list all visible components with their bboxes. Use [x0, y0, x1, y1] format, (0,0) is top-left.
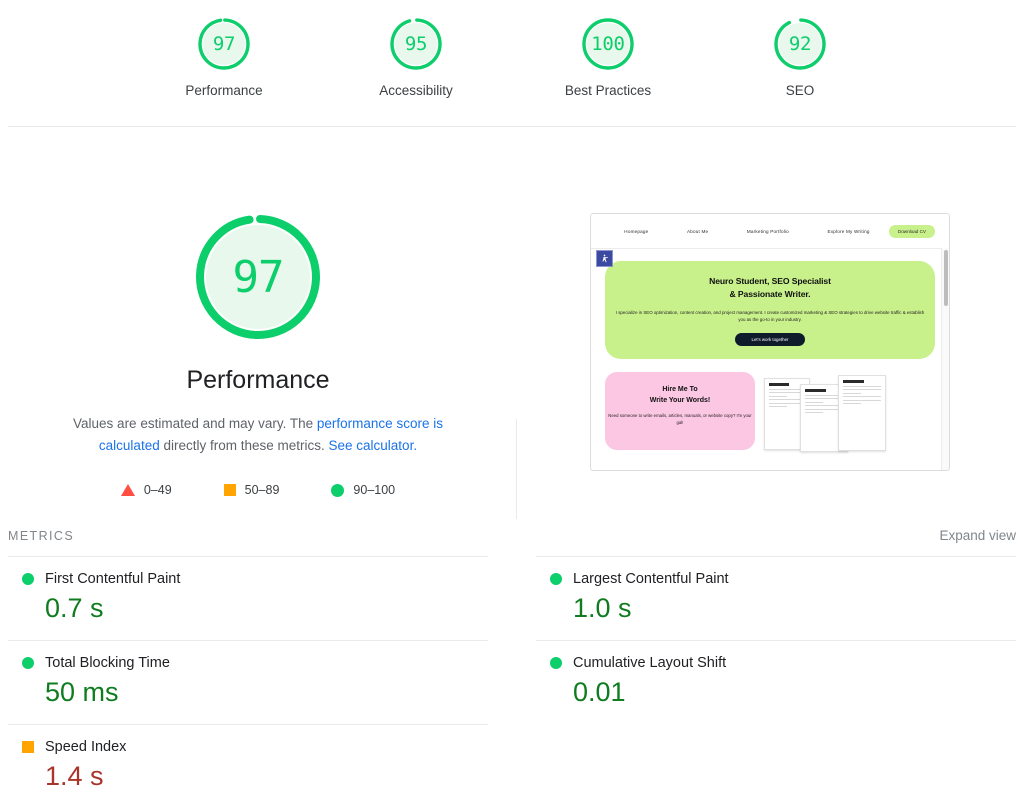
metric-name: Largest Contentful Paint — [573, 571, 729, 587]
legend-label-pass: 90–100 — [353, 483, 396, 497]
status-square-icon — [22, 741, 34, 753]
legend-item-pass: 90–100 — [331, 483, 395, 497]
metric-name: Total Blocking Time — [45, 655, 170, 671]
thumbnail-nav-homepage: Homepage — [624, 228, 649, 234]
see-calculator-link[interactable]: See calculator. — [329, 438, 418, 453]
gauge-performance-large: 97 — [194, 213, 322, 341]
thumbnail-card-title2: Write Your Words! — [649, 396, 711, 404]
metric-name: Cumulative Layout Shift — [573, 655, 727, 671]
score-label-accessibility: Accessibility — [379, 83, 453, 98]
metric-speed-index[interactable]: Speed Index 1.4 s — [8, 724, 488, 808]
thumbnail-hero-button: Let's work together — [735, 332, 805, 346]
gauge-accessibility: 95 — [388, 16, 444, 72]
score-summary-row: 97 Performance 95 Accessibility 100 Best… — [0, 0, 1024, 116]
metric-value: 0.01 — [573, 677, 626, 707]
gauge-performance-value: 97 — [212, 33, 236, 55]
gauge-seo-value: 92 — [788, 33, 812, 55]
score-item-performance[interactable]: 97 Performance — [159, 16, 289, 98]
thumbnail-scrollbar-thumb[interactable] — [944, 250, 948, 306]
page-screenshot-thumbnail[interactable]: Homepage About Me Marketing Portfolio Ex… — [590, 213, 950, 471]
metrics-grid: First Contentful Paint 0.7 s Largest Con… — [0, 556, 1024, 808]
score-item-seo[interactable]: 92 SEO — [735, 16, 865, 98]
thumbnail-hire-card: Hire Me To Write Your Words! Need someon… — [605, 371, 755, 450]
status-circle-icon — [22, 573, 34, 585]
status-circle-icon — [550, 573, 562, 585]
page-title: Performance — [186, 366, 330, 394]
metrics-section: METRICS Expand view First Contentful Pai… — [0, 528, 1024, 808]
metric-largest-contentful-paint[interactable]: Largest Contentful Paint 1.0 s — [536, 556, 1016, 640]
triangle-icon — [120, 484, 135, 496]
metrics-header: METRICS Expand view — [0, 528, 1024, 543]
thumbnail-card-paragraph: Need someone to write emails, articles, … — [608, 412, 752, 425]
gauge-performance-large-value: 97 — [232, 251, 285, 303]
screenshot-column: Homepage About Me Marketing Portfolio Ex… — [516, 213, 1024, 497]
legend-item-fail: 0–49 — [120, 483, 172, 497]
metric-total-blocking-time[interactable]: Total Blocking Time 50 ms — [8, 640, 488, 724]
performance-description: Values are estimated and may vary. The p… — [43, 413, 473, 457]
gauge-accessibility-value: 95 — [404, 33, 428, 55]
legend-label-fail: 0–49 — [143, 483, 172, 497]
metric-name: Speed Index — [45, 739, 127, 755]
gauge-best-practices: 100 — [580, 16, 636, 72]
thumbnail-lower-section: Hire Me To Write Your Words! Need someon… — [605, 371, 935, 452]
metric-first-contentful-paint[interactable]: First Contentful Paint 0.7 s — [8, 556, 488, 640]
gauge-performance: 97 — [196, 16, 252, 72]
thumbnail-download-cv-button: Download CV — [888, 224, 935, 238]
description-text-1: Values are estimated and may vary. The — [73, 416, 317, 431]
legend-label-average: 50–89 — [244, 483, 280, 497]
score-label-seo: SEO — [785, 83, 815, 98]
status-circle-icon — [22, 657, 34, 669]
metric-value: 50 ms — [45, 677, 119, 707]
performance-detail-section: 97 Performance Values are estimated and … — [0, 127, 1024, 519]
status-circle-icon — [550, 657, 562, 669]
section-vertical-divider — [516, 419, 517, 519]
metric-placeholder — [536, 724, 1016, 808]
gauge-best-practices-value: 100 — [591, 33, 625, 55]
thumbnail-nav-portfolio: Marketing Portfolio — [746, 228, 789, 234]
metric-value: 1.4 s — [45, 761, 104, 791]
score-label-best-practices: Best Practices — [564, 83, 652, 98]
thumbnail-navbar: Homepage About Me Marketing Portfolio Ex… — [591, 214, 949, 249]
metrics-title: METRICS — [8, 529, 75, 543]
thumbnail-document-mockups — [764, 372, 935, 452]
thumbnail-hero-paragraph: I specialize in SEO optimization, conten… — [615, 310, 925, 323]
thumbnail-nav-about: About Me — [686, 228, 709, 234]
thumbnail-nav-items: Homepage About Me Marketing Portfolio Ex… — [605, 229, 889, 234]
legend-item-average: 50–89 — [223, 483, 280, 497]
thumbnail-hero: Neuro Student, SEO Specialist & Passiona… — [605, 261, 935, 359]
score-legend: 0–49 50–89 90–100 — [120, 483, 395, 497]
thumbnail-doc-3 — [838, 374, 886, 451]
expand-view-button[interactable]: Expand view — [939, 528, 1016, 543]
performance-summary-column: 97 Performance Values are estimated and … — [0, 213, 516, 497]
metric-name: First Contentful Paint — [45, 571, 181, 587]
thumbnail-card-title1: Hire Me To — [662, 385, 698, 393]
thumbnail-hero-line1: Neuro Student, SEO Specialist — [709, 276, 831, 286]
description-text-2: directly from these metrics. — [159, 438, 329, 453]
square-icon — [223, 484, 236, 496]
gauge-seo: 92 — [772, 16, 828, 72]
circle-icon — [331, 483, 345, 497]
metric-value: 0.7 s — [45, 593, 104, 623]
thumbnail-nav-writing: Explore My Writing — [827, 228, 870, 234]
thumbnail-hero-line2: & Passionate Writer. — [729, 289, 811, 299]
metric-value: 1.0 s — [573, 593, 632, 623]
score-item-accessibility[interactable]: 95 Accessibility — [351, 16, 481, 98]
accessibility-icon — [596, 250, 613, 267]
score-item-best-practices[interactable]: 100 Best Practices — [543, 16, 673, 98]
metric-cumulative-layout-shift[interactable]: Cumulative Layout Shift 0.01 — [536, 640, 1016, 724]
score-label-performance: Performance — [185, 83, 263, 98]
